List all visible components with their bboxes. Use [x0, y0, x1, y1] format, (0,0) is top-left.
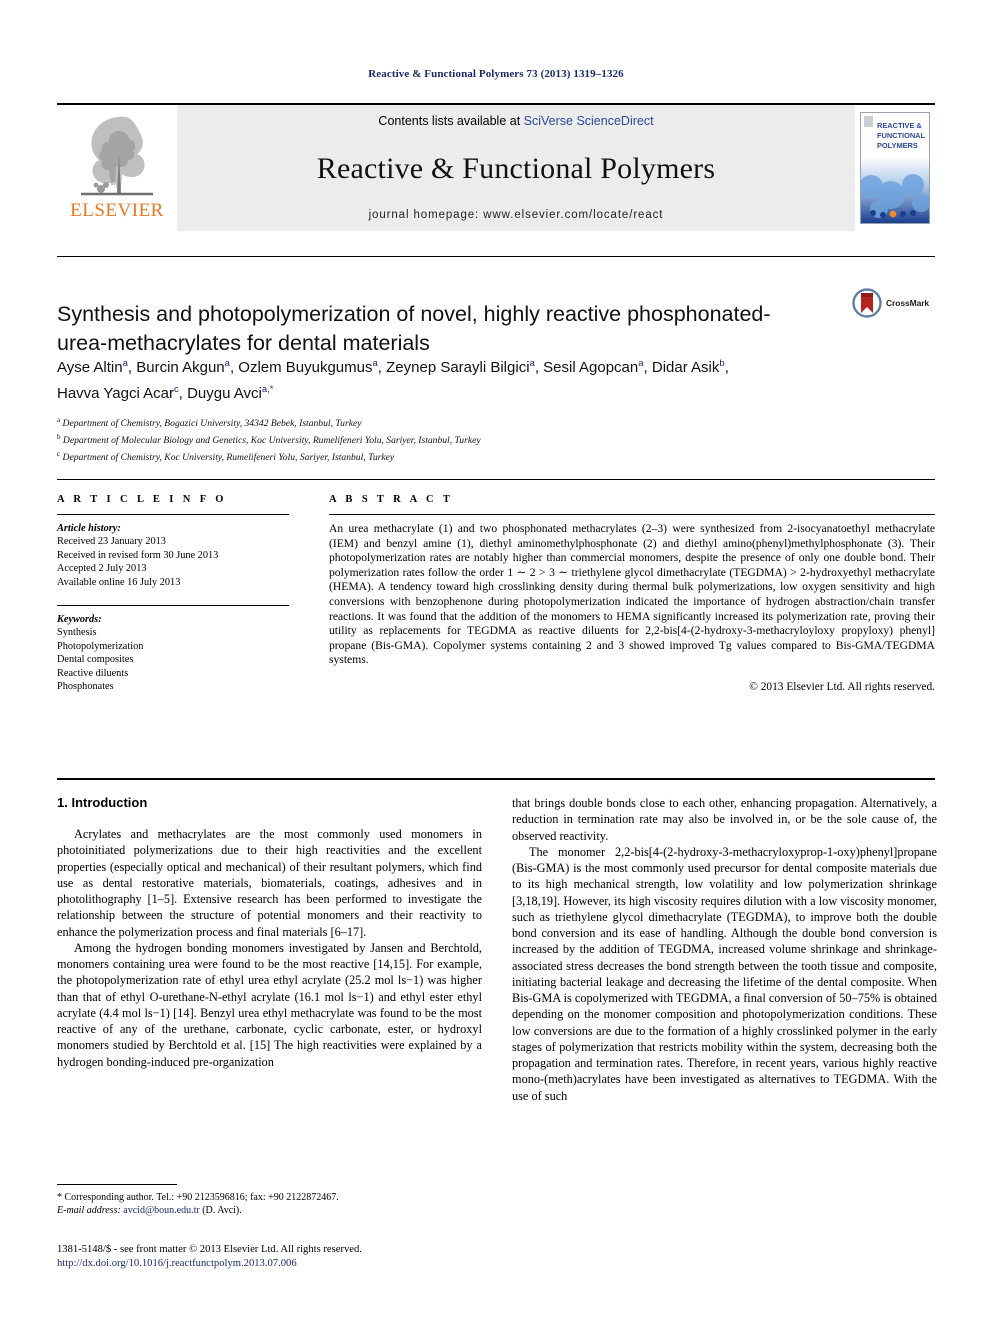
elsevier-tree-icon	[81, 116, 153, 196]
article-info-column: A R T I C L E I N F O Article history: R…	[57, 494, 289, 693]
body-column-left: Acrylates and methacrylates are the most…	[57, 826, 482, 1070]
affiliations: a Department of Chemistry, Bogazici Univ…	[57, 414, 935, 464]
elsevier-wordmark: ELSEVIER	[70, 200, 164, 221]
abstract-band-bottom-rule	[57, 778, 935, 780]
title-separator	[57, 256, 935, 257]
journal-cover-block: REACTIVE & FUNCTIONAL POLYMERS	[855, 105, 935, 231]
issn-line: 1381-5148/$ - see front matter © 2013 El…	[57, 1244, 362, 1255]
page-footer: 1381-5148/$ - see front matter © 2013 El…	[57, 1243, 557, 1270]
paragraph: Among the hydrogen bonding monomers inve…	[57, 940, 482, 1069]
crossmark-label: CrossMark	[886, 298, 930, 308]
abstract-column: A B S T R A C T An urea methacrylate (1)…	[329, 494, 935, 693]
article-history: Article history: Received 23 January 201…	[57, 522, 289, 589]
contents-available-line: Contents lists available at SciVerse Sci…	[378, 114, 653, 128]
abstract-text: An urea methacrylate (1) and two phospho…	[329, 522, 935, 667]
cover-art-icon: REACTIVE & FUNCTIONAL POLYMERS	[861, 113, 929, 223]
affiliation-a: a Department of Chemistry, Bogazici Univ…	[57, 416, 362, 430]
paper-page: Reactive & Functional Polymers 73 (2013)…	[0, 0, 992, 1323]
author-list: Ayse Altina, Burcin Akguna, Ozlem Buyukg…	[57, 353, 935, 405]
body-column-right: that brings double bonds close to each o…	[512, 795, 937, 1104]
keyword-item: Photopolymerization	[57, 640, 144, 652]
keywords-rule	[57, 605, 289, 607]
abstract-rule	[329, 514, 935, 515]
sciencedirect-link[interactable]: SciVerse ScienceDirect	[524, 114, 654, 128]
crossmark-badge[interactable]: CrossMark	[852, 288, 956, 318]
author-line-2: Havva Yagci Acarc, Duygu Avcia,*	[57, 384, 274, 402]
svg-text:FUNCTIONAL: FUNCTIONAL	[877, 131, 926, 140]
abstract-heading: A B S T R A C T	[329, 494, 454, 505]
keywords-block: Keywords: Synthesis Photopolymerization …	[57, 613, 289, 693]
history-item: Available online 16 July 2013	[57, 576, 181, 588]
footnote-corresponding-author: * Corresponding author. Tel.: +90 212359…	[57, 1191, 482, 1217]
paragraph: Acrylates and methacrylates are the most…	[57, 827, 482, 939]
section-heading-introduction: 1. Introduction	[57, 795, 148, 810]
email-link[interactable]: avcid@boun.edu.tr	[123, 1205, 199, 1216]
svg-text:POLYMERS: POLYMERS	[877, 141, 918, 150]
keyword-item: Phosphonates	[57, 681, 114, 693]
running-head: Reactive & Functional Polymers 73 (2013)…	[368, 68, 624, 80]
paragraph: that brings double bonds close to each o…	[512, 796, 937, 843]
article-history-label: Article history:	[57, 523, 121, 534]
keywords-label: Keywords:	[57, 614, 102, 626]
affiliation-c-text: Department of Chemistry, Koc University,…	[62, 451, 395, 463]
affiliation-a-text: Department of Chemistry, Bogazici Univer…	[62, 418, 362, 430]
doi-link[interactable]: http://dx.doi.org/10.1016/j.reactfunctpo…	[57, 1257, 557, 1271]
journal-title: Reactive & Functional Polymers	[316, 151, 716, 185]
abstract-copyright: © 2013 Elsevier Ltd. All rights reserved…	[749, 680, 935, 693]
article-info-heading: A R T I C L E I N F O	[57, 494, 227, 505]
keyword-item: Dental composites	[57, 654, 134, 666]
affiliation-c: c Department of Chemistry, Koc Universit…	[57, 449, 395, 463]
abstract-band-top-rule	[57, 479, 935, 480]
journal-cover-thumbnail: REACTIVE & FUNCTIONAL POLYMERS	[860, 112, 930, 224]
corresponding-author-line: * Corresponding author. Tel.: +90 212359…	[57, 1192, 339, 1203]
author-line-1: Ayse Altina, Burcin Akguna, Ozlem Buyukg…	[57, 358, 729, 376]
history-item: Accepted 2 July 2013	[57, 563, 147, 575]
email-line: E-mail address: avcid@boun.edu.tr (D. Av…	[57, 1204, 482, 1217]
history-item: Received 23 January 2013	[57, 536, 166, 548]
email-suffix: (D. Avci).	[202, 1205, 242, 1216]
crossmark-icon	[852, 288, 882, 318]
affiliation-b-text: Department of Molecular Biology and Gene…	[62, 434, 481, 446]
keyword-item: Synthesis	[57, 627, 97, 639]
email-label: E-mail address:	[57, 1205, 121, 1216]
svg-text:REACTIVE &: REACTIVE &	[877, 121, 922, 130]
masthead-center: Contents lists available at SciVerse Sci…	[177, 105, 855, 231]
elsevier-logo: ELSEVIER	[57, 105, 177, 231]
paragraph: The monomer 2,2-bis[4-(2-hydroxy-3-metha…	[512, 844, 937, 1103]
journal-masthead: ELSEVIER Contents lists available at Sci…	[57, 103, 935, 231]
keyword-item: Reactive diluents	[57, 667, 129, 679]
page-title: Synthesis and photopolymerization of nov…	[57, 302, 771, 356]
history-item: Received in revised form 30 June 2013	[57, 549, 219, 561]
contents-prefix: Contents lists available at	[378, 114, 524, 128]
footnote-rule	[57, 1184, 177, 1185]
affiliation-b: b Department of Molecular Biology and Ge…	[57, 432, 481, 446]
journal-homepage-link[interactable]: journal homepage: www.elsevier.com/locat…	[369, 209, 664, 221]
article-info-rule	[57, 514, 289, 515]
